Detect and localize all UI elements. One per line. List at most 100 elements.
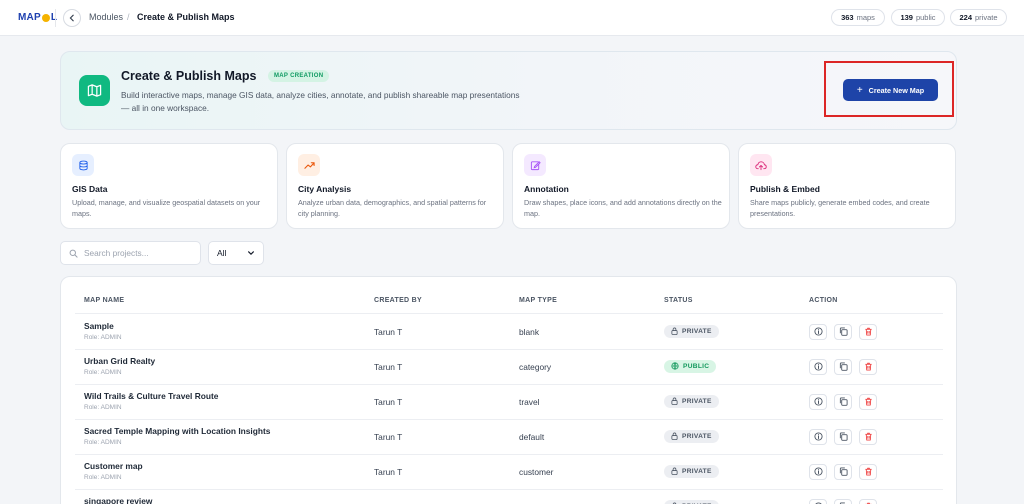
trash-icon (864, 327, 873, 336)
delete-button[interactable] (859, 323, 877, 340)
map-role: Role: ADMIN (84, 404, 122, 411)
copy-icon (839, 397, 848, 406)
status-badge: PUBLIC (664, 359, 717, 373)
create-new-map-button[interactable]: + Create New Map (843, 79, 938, 101)
info-button[interactable] (809, 358, 827, 375)
duplicate-button[interactable] (834, 358, 852, 375)
info-icon (813, 362, 823, 371)
search-box[interactable] (60, 241, 201, 265)
maps-label: maps (856, 13, 875, 22)
created-by: Tarun T (374, 396, 403, 407)
duplicate-button[interactable] (834, 498, 852, 504)
delete-button[interactable] (859, 358, 877, 375)
map-name[interactable]: Wild Trails & Culture Travel Route (84, 391, 218, 401)
map-role: Role: ADMIN (84, 369, 122, 376)
created-by: Tarun T (374, 326, 403, 337)
trend-icon (298, 154, 320, 176)
feature-card-publish-embed[interactable]: Publish & Embed Share maps publicly, gen… (738, 143, 956, 229)
column-header-status: STATUS (664, 297, 693, 304)
status-filter-value: All (217, 248, 227, 258)
map-role: Role: ADMIN (84, 474, 122, 481)
feature-card-gis-data[interactable]: GIS Data Upload, manage, and visualize g… (60, 143, 278, 229)
globe-icon (671, 362, 679, 370)
column-header-action: ACTION (809, 297, 838, 304)
map-role: Role: ADMIN (84, 439, 122, 446)
public-label: public (915, 13, 936, 22)
create-new-map-label: Create New Map (868, 85, 925, 95)
feature-description: Share maps publicly, generate embed code… (750, 198, 930, 218)
logo-text: MAP (18, 12, 41, 23)
divider (75, 489, 943, 490)
database-icon (72, 154, 94, 176)
delete-button[interactable] (859, 498, 877, 504)
map-creation-badge: MAP CREATION (268, 70, 330, 82)
column-header-created-by: CREATED BY (374, 297, 422, 304)
info-button[interactable] (809, 393, 827, 410)
logo-suffix: L (50, 12, 58, 23)
back-button[interactable] (63, 9, 81, 27)
app-logo[interactable]: MAP L (18, 12, 57, 23)
private-count-badge: 224 private (950, 9, 1007, 26)
duplicate-button[interactable] (834, 323, 852, 340)
map-name[interactable]: Sample (84, 321, 114, 331)
hero-banner: Create & Publish Maps MAP CREATION Build… (60, 51, 957, 130)
feature-card-annotation[interactable]: Annotation Draw shapes, place icons, and… (512, 143, 730, 229)
private-count: 224 (959, 13, 972, 22)
search-icon (69, 249, 78, 258)
map-name[interactable]: Customer map (84, 461, 143, 471)
feature-description: Analyze urban data, demographics, and sp… (298, 198, 487, 218)
status-filter-select[interactable]: All (208, 241, 264, 265)
trash-icon (864, 467, 873, 476)
status-badge: PRIVATE (664, 464, 719, 478)
maps-count: 363 (841, 13, 854, 22)
info-icon (813, 467, 823, 476)
divider (75, 349, 943, 350)
feature-description: Upload, manage, and visualize geospatial… (72, 198, 261, 218)
map-type: blank (519, 326, 540, 337)
info-button[interactable] (809, 498, 827, 504)
public-count-badge: 139 public (891, 9, 945, 26)
map-role: Role: ADMIN (84, 334, 122, 341)
feature-title: GIS Data (72, 184, 108, 194)
lock-icon (671, 432, 678, 440)
lock-icon (671, 397, 678, 405)
feature-card-city-analysis[interactable]: City Analysis Analyze urban data, demogr… (286, 143, 504, 229)
duplicate-button[interactable] (834, 428, 852, 445)
plus-icon: + (856, 84, 863, 96)
breadcrumb-current: Create & Publish Maps (137, 12, 235, 22)
map-name[interactable]: Urban Grid Realty (84, 356, 155, 366)
info-button[interactable] (809, 463, 827, 480)
duplicate-button[interactable] (834, 393, 852, 410)
created-by: Tarun T (374, 466, 403, 477)
status-badge: PRIVATE (664, 324, 719, 338)
breadcrumb-separator: / (127, 12, 130, 22)
divider (75, 454, 943, 455)
info-icon (813, 397, 823, 406)
chevron-down-icon (248, 251, 254, 255)
private-label: private (975, 13, 998, 22)
delete-button[interactable] (859, 393, 877, 410)
info-button[interactable] (809, 428, 827, 445)
copy-icon (839, 467, 848, 476)
map-type: travel (519, 396, 540, 407)
duplicate-button[interactable] (834, 463, 852, 480)
status-label: PRIVATE (682, 327, 712, 335)
logo-mark-icon (41, 13, 50, 22)
info-button[interactable] (809, 323, 827, 340)
breadcrumb-modules[interactable]: Modules (89, 12, 123, 22)
status-badge: PRIVATE (664, 499, 719, 504)
top-bar: MAP L Modules / Create & Publish Maps 363… (0, 0, 1024, 36)
delete-button[interactable] (859, 428, 877, 445)
info-icon (813, 432, 823, 441)
delete-button[interactable] (859, 463, 877, 480)
feature-title: Annotation (524, 184, 569, 194)
lock-icon (671, 327, 678, 335)
copy-icon (839, 432, 848, 441)
map-name[interactable]: singapore review (84, 496, 152, 504)
map-name[interactable]: Sacred Temple Mapping with Location Insi… (84, 426, 270, 436)
cloud-upload-icon (750, 154, 772, 176)
search-input[interactable] (84, 248, 194, 258)
column-header-map-name: MAP NAME (84, 297, 125, 304)
status-badge: PRIVATE (664, 429, 719, 443)
status-label: PRIVATE (682, 467, 712, 475)
